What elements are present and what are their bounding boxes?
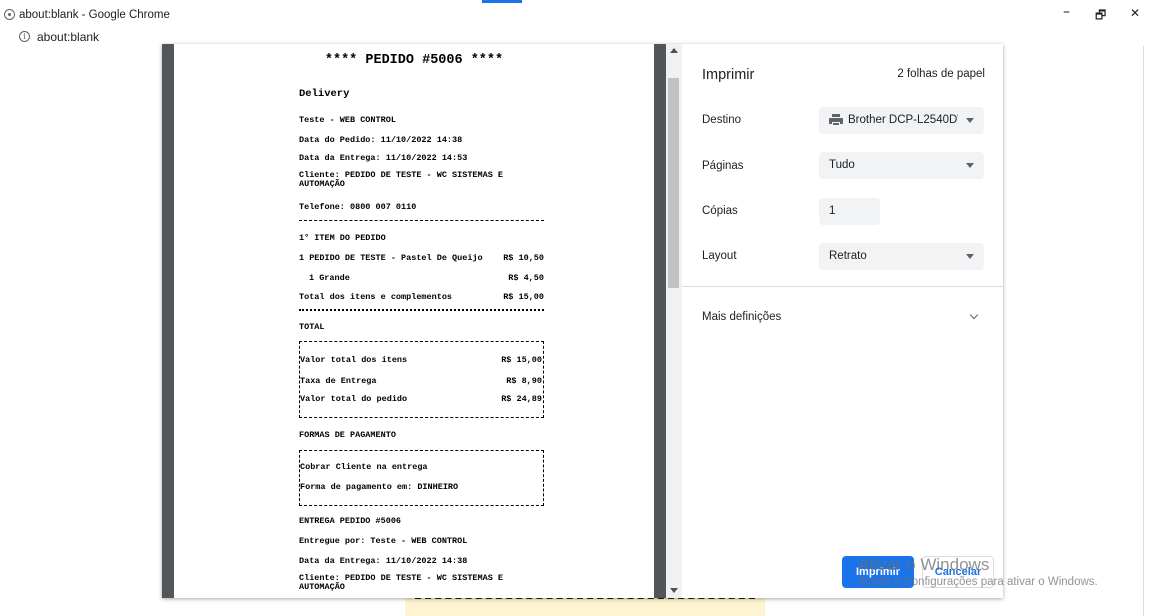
receipt-delivered-by: Entregue por: Teste - WEB CONTROL bbox=[299, 536, 468, 546]
scroll-thumb[interactable] bbox=[668, 78, 679, 288]
layout-value: Retrato bbox=[829, 250, 867, 262]
destination-value: Brother DCP-L2540DW bbox=[848, 114, 958, 126]
minimize-button[interactable]: – bbox=[1063, 4, 1070, 20]
total-label: Valor total do pedido bbox=[300, 394, 408, 404]
copies-label: Cópias bbox=[702, 205, 738, 217]
tab-indicator bbox=[482, 0, 522, 3]
receipt-item-sub-price: R$ 4,50 bbox=[508, 273, 544, 283]
payment-box bbox=[299, 450, 544, 506]
print-button[interactable]: Imprimir bbox=[842, 556, 914, 588]
receipt-item-header: 1° ITEM DO PEDIDO bbox=[299, 233, 386, 243]
restore-button[interactable]: 🗗 bbox=[1095, 6, 1106, 27]
receipt-separator bbox=[299, 220, 544, 221]
dropdown-arrow-icon bbox=[966, 163, 974, 168]
pages-value: Tudo bbox=[829, 159, 855, 171]
receipt-client: Cliente: PEDIDO DE TESTE - WC SISTEMAS E… bbox=[299, 170, 504, 189]
pages-label: Páginas bbox=[702, 160, 744, 172]
more-settings-toggle[interactable]: Mais definições bbox=[702, 311, 781, 323]
receipt-delivery-date: Data da Entrega: 11/10/2022 14:53 bbox=[299, 153, 468, 163]
window-title: about:blank - Google Chrome bbox=[19, 9, 170, 21]
copies-value: 1 bbox=[829, 205, 836, 217]
receipt-total-header: TOTAL bbox=[299, 322, 325, 332]
settings-divider bbox=[682, 286, 1003, 287]
total-value: R$ 15,00 bbox=[501, 355, 542, 365]
receipt-delivery-header: ENTREGA PEDIDO #5006 bbox=[299, 516, 402, 526]
receipt-type: Delivery bbox=[299, 88, 350, 100]
receipt-order-date: Data do Pedido: 11/10/2022 14:38 bbox=[299, 135, 463, 145]
receipt-store: Teste - WEB CONTROL bbox=[299, 115, 396, 125]
destination-select[interactable]: Brother DCP-L2540DW bbox=[819, 107, 984, 134]
sheet-count: 2 folhas de papel bbox=[897, 68, 985, 80]
page-edge bbox=[1143, 46, 1144, 616]
print-dialog: **** PEDIDO #5006 **** Delivery Teste - … bbox=[162, 44, 1003, 598]
payment-line: Cobrar Cliente na entrega bbox=[300, 462, 428, 472]
preview-scrollbar[interactable] bbox=[666, 44, 682, 598]
print-preview-area: **** PEDIDO #5006 **** Delivery Teste - … bbox=[162, 44, 682, 598]
receipt-item-name: 1 PEDIDO DE TESTE - Pastel De Queijo bbox=[299, 253, 483, 263]
layout-label: Layout bbox=[702, 250, 737, 262]
close-button[interactable]: ✕ bbox=[1130, 6, 1140, 20]
copies-input[interactable]: 1 bbox=[819, 198, 880, 225]
printer-icon bbox=[829, 114, 843, 126]
layout-select[interactable]: Retrato bbox=[819, 243, 984, 270]
receipt-dotted-rule bbox=[299, 309, 544, 311]
receipt-payment-header: FORMAS DE PAGAMENTO bbox=[299, 430, 396, 440]
dropdown-arrow-icon bbox=[966, 118, 974, 123]
page-receipt-band bbox=[405, 597, 765, 616]
total-label: Taxa de Entrega bbox=[300, 376, 377, 386]
print-title: Imprimir bbox=[702, 67, 755, 83]
chevron-down-icon[interactable] bbox=[969, 310, 979, 320]
payment-line: Forma de pagamento em: DINHEIRO bbox=[300, 482, 459, 492]
receipt-title: **** PEDIDO #5006 **** bbox=[324, 53, 504, 68]
receipt-items-total-value: R$ 15,00 bbox=[503, 292, 544, 302]
preview-page: **** PEDIDO #5006 **** Delivery Teste - … bbox=[174, 44, 654, 598]
print-settings-panel: Imprimir 2 folhas de papel Destino Broth… bbox=[682, 44, 1003, 598]
chrome-favicon-icon bbox=[4, 9, 15, 20]
dropdown-arrow-icon bbox=[966, 254, 974, 259]
receipt-item-price: R$ 10,50 bbox=[503, 253, 544, 263]
receipt-items-total-label: Total dos itens e complementos bbox=[299, 292, 453, 302]
total-value: R$ 8,90 bbox=[506, 376, 542, 386]
receipt-client-2: Cliente: PEDIDO DE TESTE - WC SISTEMAS E… bbox=[299, 573, 504, 592]
cancel-button[interactable]: Cancelar bbox=[922, 556, 994, 588]
url-text[interactable]: about:blank bbox=[37, 30, 99, 44]
receipt-phone: Telefone: 0800 007 0110 bbox=[299, 202, 417, 212]
total-value: R$ 24,89 bbox=[501, 394, 542, 404]
scroll-up-arrow-icon[interactable] bbox=[670, 48, 678, 53]
info-icon[interactable]: i bbox=[19, 31, 30, 42]
pages-select[interactable]: Tudo bbox=[819, 152, 984, 179]
scroll-down-arrow-icon[interactable] bbox=[670, 588, 678, 593]
destination-label: Destino bbox=[702, 114, 741, 126]
receipt-delivery-date-2: Data da Entrega: 11/10/2022 14:38 bbox=[299, 556, 468, 566]
receipt-item-sub-name: 1 Grande bbox=[309, 273, 350, 283]
title-bar: about:blank - Google Chrome – 🗗 ✕ bbox=[0, 0, 1149, 30]
total-label: Valor total dos itens bbox=[300, 355, 408, 365]
